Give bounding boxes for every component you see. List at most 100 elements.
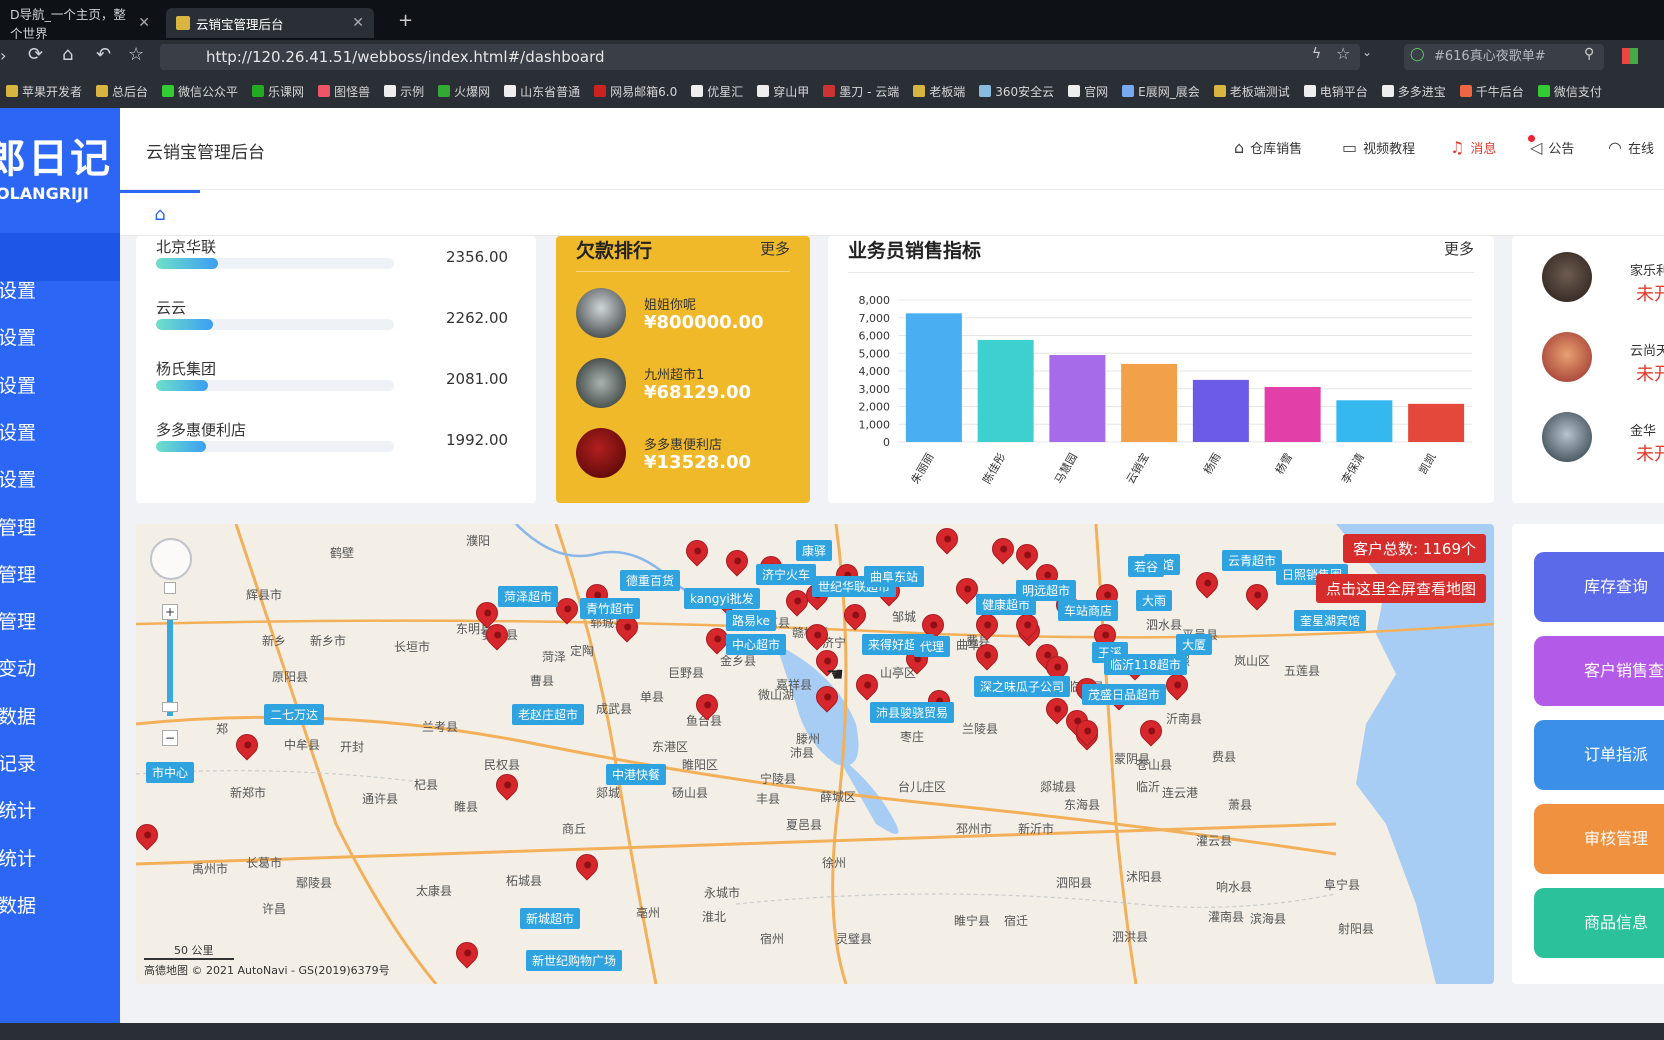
bookmark-item[interactable]: 老板端测试 xyxy=(1213,83,1290,100)
nav-video-tutorial[interactable]: ▭ 视频教程 xyxy=(1342,138,1415,157)
url-input[interactable]: http://120.26.41.51/webboss/index.html#/… xyxy=(160,44,1360,70)
sidebar-menu-item[interactable]: 统计 xyxy=(0,786,118,836)
zoom-in-button[interactable]: + xyxy=(162,604,178,620)
customer-sales-button[interactable]: 客户销售查 xyxy=(1534,636,1664,706)
map-customer-label[interactable]: 菏泽超市 xyxy=(498,586,559,607)
map-pan-control[interactable] xyxy=(150,538,192,580)
bookmark-star-icon[interactable]: ☆ xyxy=(1336,44,1350,63)
debt-item[interactable]: 九州超市1 ¥68129.00 xyxy=(576,358,790,414)
map-customer-label[interactable]: 德重百货 xyxy=(620,570,681,591)
map-customer-label[interactable]: 新世纪购物广场 xyxy=(526,950,623,971)
map-customer-label[interactable]: 深之味瓜子公司 xyxy=(974,676,1071,697)
reload-icon[interactable]: ⟳ xyxy=(28,44,43,65)
sidebar-menu-item[interactable]: 数据 xyxy=(0,692,118,742)
sidebar-menu-item[interactable]: 设置 xyxy=(0,408,118,458)
bookmark-item[interactable]: 360安全云 xyxy=(979,83,1054,100)
map-customer-label[interactable]: 沛县骏骁贸易 xyxy=(870,702,955,723)
product-info-button[interactable]: 商品信息 xyxy=(1534,888,1664,958)
zoom-out-button[interactable]: − xyxy=(162,730,178,746)
nav-warehouse-sales[interactable]: ⌂ 仓库销售 xyxy=(1234,138,1302,157)
chart-bar[interactable] xyxy=(1049,355,1106,442)
map-customer-label[interactable]: 临沂118超市 xyxy=(1104,654,1187,675)
customer-item[interactable]: 金华 未开 xyxy=(1512,412,1664,472)
map-customer-label[interactable]: 二七万达 xyxy=(264,704,325,725)
sidebar-menu-item[interactable]: 管理 xyxy=(0,503,118,553)
chart-bar[interactable] xyxy=(1336,400,1393,442)
sidebar-menu-item[interactable]: 记录 xyxy=(0,739,118,789)
bookmark-item[interactable]: 电销平台 xyxy=(1303,83,1368,100)
bookmark-item[interactable]: 老板端 xyxy=(913,83,965,100)
sidebar-menu-item[interactable]: 管理 xyxy=(0,597,118,647)
bolt-icon[interactable]: ϟ xyxy=(1312,46,1321,62)
map-customer-label[interactable]: 若谷 xyxy=(1128,556,1165,577)
map-customer-label[interactable]: 中心超市 xyxy=(726,634,787,655)
map-customer-label[interactable]: 路易ke xyxy=(726,610,776,631)
map-customer-label[interactable]: 明远超市 xyxy=(1016,580,1077,601)
browser-tab-2[interactable]: 云销宝管理后台 ✕ xyxy=(166,8,374,38)
customer-map[interactable]: 濮阳 鹤壁 辉县市 新乡 新乡市 长垣市 原阳县郑中牟县 开封 兰考县 民权县 杞县 睢县 商丘 通许县新… xyxy=(136,524,1494,984)
bookmark-item[interactable]: 网易邮箱6.0 xyxy=(594,83,677,100)
sidebar-menu-item[interactable]: 设置 xyxy=(0,266,118,316)
bookmark-item[interactable]: 乐课网 xyxy=(252,83,304,100)
new-tab-button[interactable]: + xyxy=(398,10,413,31)
undo-icon[interactable]: ↶ xyxy=(96,44,111,65)
bookmark-item[interactable]: 微信公众平 xyxy=(162,83,238,100)
bookmark-item[interactable]: 总后台 xyxy=(96,83,148,100)
close-icon[interactable]: ✕ xyxy=(138,15,150,31)
map-customer-label[interactable]: 大厦 xyxy=(1176,634,1213,655)
back-icon[interactable]: › xyxy=(0,46,6,65)
close-icon[interactable]: ✕ xyxy=(352,15,364,31)
stock-query-button[interactable]: 库存查询 xyxy=(1534,552,1664,622)
locate-icon[interactable] xyxy=(164,582,176,594)
browser-tab-1[interactable]: D导航_一个主页，整个世界 ✕ xyxy=(0,7,160,41)
map-customer-label[interactable]: 奎星湖宾馆 xyxy=(1294,610,1367,631)
chart-bar[interactable] xyxy=(1192,379,1249,442)
star-icon[interactable]: ☆ xyxy=(128,44,144,65)
sidebar-menu-item[interactable]: 设置 xyxy=(0,361,118,411)
debt-item[interactable]: 姐姐你呢 ¥800000.00 xyxy=(576,288,790,344)
bookmark-item[interactable]: 苹果开发者 xyxy=(6,83,82,100)
map-customer-label[interactable]: kangyi批发 xyxy=(684,588,760,609)
sidebar-menu-item[interactable]: 数据 xyxy=(0,881,118,931)
search-icon[interactable]: ⚲ xyxy=(1584,46,1594,62)
chart-bar[interactable] xyxy=(1121,363,1178,442)
bookmark-item[interactable]: 图怪兽 xyxy=(318,83,370,100)
bookmark-item[interactable]: 官网 xyxy=(1068,83,1108,100)
chart-bar[interactable] xyxy=(977,339,1034,442)
bookmark-item[interactable]: 火爆网 xyxy=(438,83,490,100)
zoom-handle[interactable] xyxy=(162,702,178,712)
map-customer-label[interactable]: 老赵庄超市 xyxy=(512,704,585,725)
map-customer-label[interactable]: 大雨 xyxy=(1136,590,1173,611)
debt-item[interactable]: 多多惠便利店 ¥13528.00 xyxy=(576,428,790,484)
bookmark-item[interactable]: 墨刀 - 云端 xyxy=(823,83,899,100)
bookmark-item[interactable]: 穿山甲 xyxy=(757,83,809,100)
map-customer-label[interactable]: 市中心 xyxy=(146,762,195,783)
map-customer-label[interactable]: 新城超市 xyxy=(520,908,581,929)
fullscreen-map-button[interactable]: 点击这里全屏查看地图 xyxy=(1315,574,1486,603)
map-customer-label[interactable]: 济宁火车 xyxy=(756,564,817,585)
chart-more-link[interactable]: 更多 xyxy=(1444,238,1474,259)
map-customer-label[interactable]: 车站商店 xyxy=(1058,600,1119,621)
map-customer-label[interactable]: 茂盛日品超市 xyxy=(1082,684,1167,705)
map-customer-label[interactable]: 中港快餐 xyxy=(606,764,667,785)
map-customer-label[interactable]: 康驿 xyxy=(796,540,833,561)
map-customer-label[interactable]: 代理 xyxy=(914,636,951,657)
bookmark-item[interactable]: E展网_展会 xyxy=(1122,83,1200,100)
customer-item[interactable]: 云尚天 未开 xyxy=(1512,332,1664,392)
bookmark-item[interactable]: 多多进宝 xyxy=(1381,83,1446,100)
chart-bar[interactable] xyxy=(1264,386,1321,442)
bookmark-item[interactable]: 山东省普通 xyxy=(504,83,580,100)
bookmark-item[interactable]: 示例 xyxy=(384,83,424,100)
map-customer-label[interactable]: 青竹超市 xyxy=(580,598,641,619)
nav-online-support[interactable]: ◠ 在线 xyxy=(1608,138,1654,157)
bookmark-item[interactable]: 千牛后台 xyxy=(1459,83,1524,100)
sidebar-menu-item[interactable]: 统计 xyxy=(0,834,118,884)
sidebar-menu-item[interactable]: 管理 xyxy=(0,550,118,600)
nav-messages[interactable]: ♫ 消息 xyxy=(1450,135,1535,157)
sidebar-menu-item[interactable]: 设置 xyxy=(0,313,118,363)
sidebar-menu-item[interactable]: 设置 xyxy=(0,455,118,505)
chart-bar[interactable] xyxy=(1408,403,1465,442)
chart-bar[interactable] xyxy=(905,313,962,442)
map-customer-label[interactable]: 云青超市 xyxy=(1222,550,1283,571)
map-customer-label[interactable]: 曲阜东站 xyxy=(864,566,925,587)
